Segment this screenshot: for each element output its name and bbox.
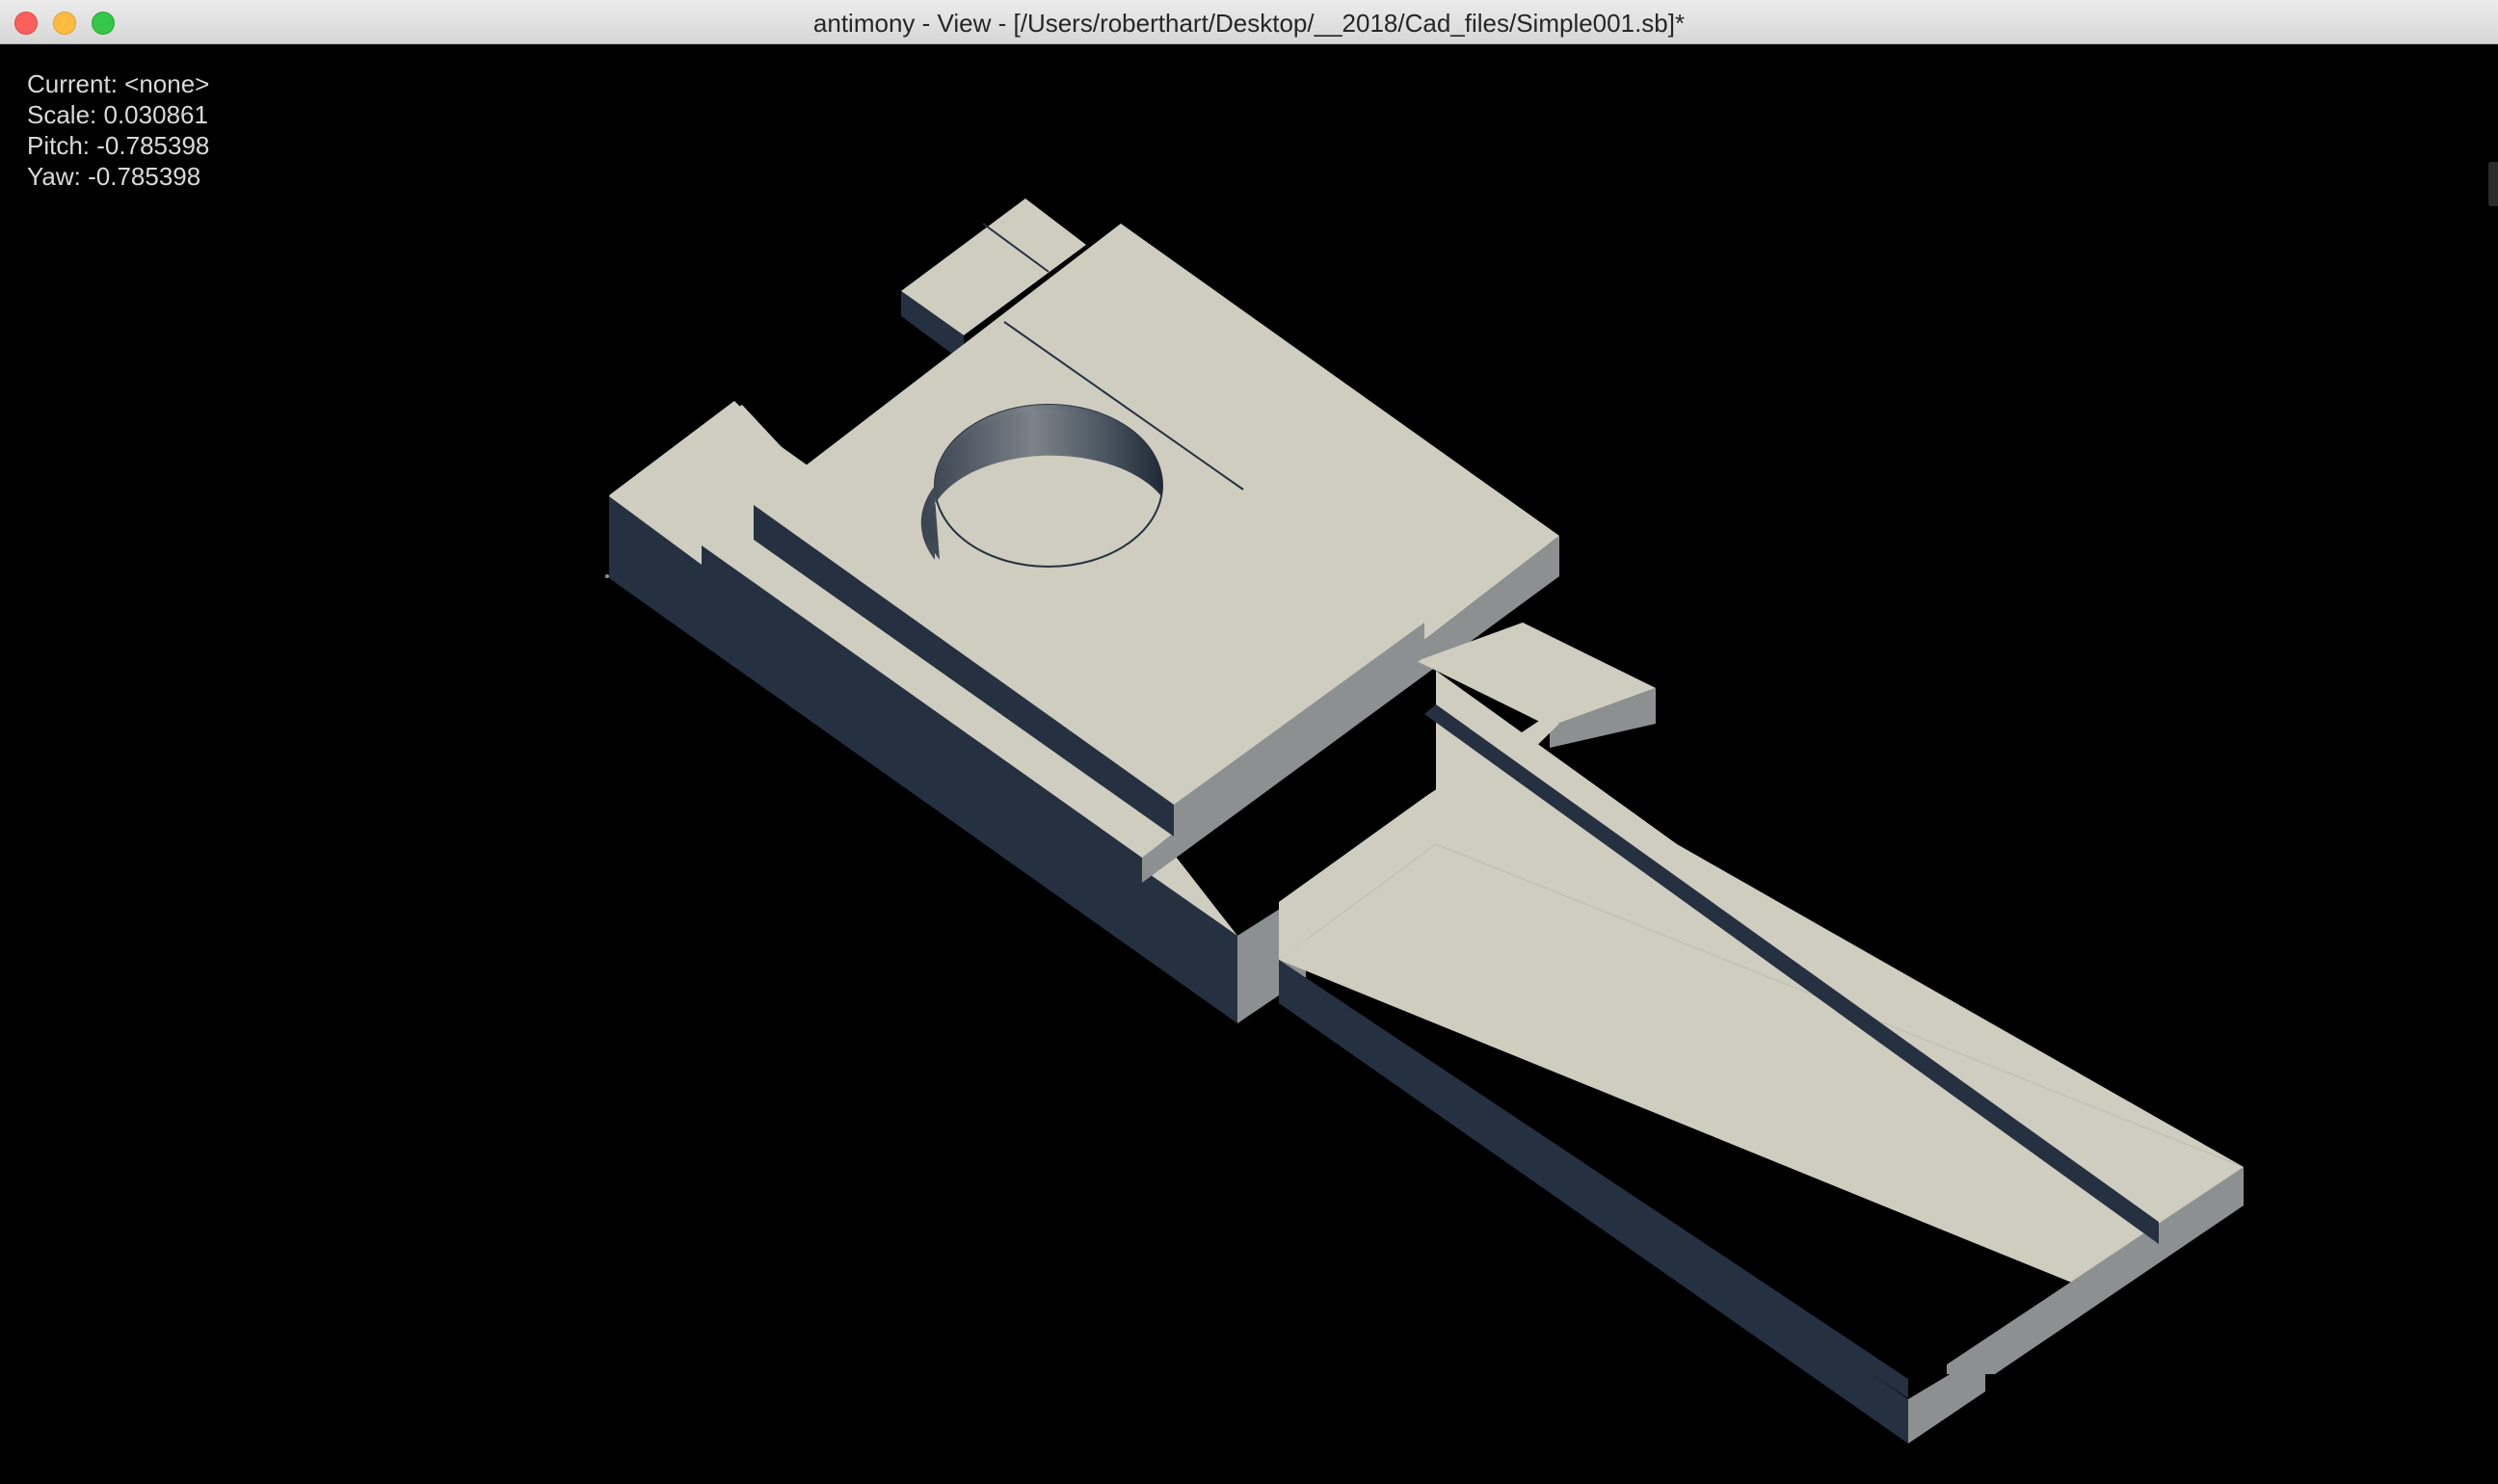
current-value: <none> xyxy=(124,69,210,98)
edge-ticks xyxy=(605,574,609,578)
title-bar[interactable]: antimony - View - [/Users/roberthart/Des… xyxy=(0,0,2498,44)
window-title: antimony - View - [/Users/roberthart/Des… xyxy=(812,9,1686,38)
3d-viewport[interactable]: Current: <none> Scale: 0.030861 Pitch: -… xyxy=(0,44,2498,1484)
pitch-label: Pitch: xyxy=(27,131,91,160)
app-window: antimony - View - [/Users/roberthart/Des… xyxy=(0,0,2498,1484)
yaw-value: -0.785398 xyxy=(88,162,201,191)
current-label: Current: xyxy=(27,69,118,98)
yaw-row: Yaw: -0.785398 xyxy=(27,161,209,192)
pitch-row: Pitch: -0.785398 xyxy=(27,130,209,161)
tongue xyxy=(1279,671,2244,1444)
view-info-overlay: Current: <none> Scale: 0.030861 Pitch: -… xyxy=(27,68,209,192)
3d-model[interactable] xyxy=(0,44,2498,1484)
scale-row: Scale: 0.030861 xyxy=(27,99,209,130)
current-row: Current: <none> xyxy=(27,68,209,99)
scale-value: 0.030861 xyxy=(103,100,208,129)
pitch-value: -0.785398 xyxy=(96,131,210,160)
scale-label: Scale: xyxy=(27,100,97,129)
yaw-label: Yaw: xyxy=(27,162,81,191)
side-panel-handle[interactable] xyxy=(2488,162,2498,206)
